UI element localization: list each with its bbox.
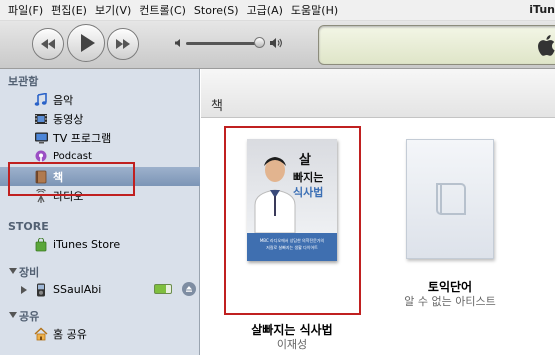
apple-logo-icon [538, 35, 555, 56]
play-icon [81, 34, 95, 52]
menu-store[interactable]: Store(S) [190, 4, 243, 17]
sidebar-item-home-sharing[interactable]: 홈 공유 [0, 324, 200, 343]
menu-help[interactable]: 도움말(H) [287, 2, 342, 18]
film-icon [33, 111, 49, 127]
library-header: 보관함 [8, 75, 39, 88]
play-button[interactable] [67, 24, 105, 62]
menu-view[interactable]: 보기(V) [91, 2, 135, 18]
status-display [318, 25, 555, 65]
radio-antenna-icon [33, 188, 49, 204]
window-title: iTun [529, 3, 555, 16]
sidebar-item-label: 음악 [53, 93, 74, 107]
sidebar-item-label: 홈 공유 [53, 327, 87, 341]
sidebar-item-label: SSaulAbi [53, 283, 102, 296]
shared-header: 공유 [19, 310, 40, 323]
sidebar-item-label: 동영상 [53, 112, 84, 126]
sidebar-item-books[interactable]: 책 [0, 167, 200, 186]
store-header: STORE [8, 220, 49, 233]
home-icon [33, 326, 49, 342]
sidebar-item-tv-shows[interactable]: TV 프로그램 [0, 128, 200, 147]
book-artist: 이재성 [276, 338, 308, 351]
tv-icon [33, 130, 49, 146]
devices-header: 장비 [19, 266, 40, 279]
volume-low-icon [175, 39, 180, 47]
cover-blurb-line2: 저칼로 살빠지는 생활 다이어트 [266, 245, 318, 250]
music-note-icon [33, 92, 49, 108]
section-title: 책 [211, 99, 223, 114]
author-photo-icon [254, 157, 296, 233]
sidebar-item-radio[interactable]: 라디오 [0, 186, 200, 205]
volume-slider[interactable] [186, 42, 260, 45]
book-cover-placeholder[interactable] [406, 139, 494, 259]
cover-text-line1: 빠지는 [293, 171, 324, 184]
sidebar-item-label: 책 [53, 170, 64, 184]
sidebar-item-label: TV 프로그램 [53, 131, 112, 145]
book-artist: 알 수 없는 아티스트 [404, 295, 496, 308]
sidebar-item-itunes-store[interactable]: iTunes Store [0, 235, 200, 254]
sidebar-item-device[interactable]: SSaulAbi [0, 280, 200, 299]
book-placeholder-icon [436, 183, 466, 215]
next-track-button[interactable] [107, 28, 139, 60]
sidebar-item-label: Podcast [53, 151, 92, 162]
ipod-icon [33, 282, 49, 298]
book-cover[interactable]: 살 빠지는 식사법 MBC 라디오에서 상담한 의학전문가의 저칼로 살빠지는 … [247, 139, 337, 261]
devices-disclosure-toggle[interactable] [9, 268, 17, 274]
menu-advanced[interactable]: 고급(A) [243, 2, 287, 18]
battery-icon [154, 284, 172, 294]
menu-file[interactable]: 파일(F) [4, 2, 47, 18]
source-list-sidebar: 보관함 음악 동영상 TV 프로그램 Podcast 책 라디오 STORE i… [0, 69, 200, 355]
sidebar-item-movies[interactable]: 동영상 [0, 109, 200, 128]
device-disclosure-toggle[interactable] [21, 286, 27, 294]
shared-disclosure-toggle[interactable] [9, 312, 17, 318]
menu-bar: 파일(F) 편집(E) 보기(V) 컨트롤(C) Store(S) 고급(A) … [0, 0, 555, 21]
cover-text-line2: 식사법 [293, 186, 324, 199]
cover-text-top: 살 [299, 153, 311, 168]
sidebar-item-label: 라디오 [53, 189, 84, 203]
book-item[interactable]: 살 빠지는 식사법 MBC 라디오에서 상담한 의학전문가의 저칼로 살빠지는 … [225, 126, 359, 354]
store-bag-icon [33, 237, 49, 253]
eject-icon[interactable] [182, 282, 196, 296]
volume-high-icon [270, 38, 282, 48]
player-toolbar [0, 21, 555, 69]
volume-slider-knob[interactable] [254, 37, 265, 48]
fast-forward-icon [116, 39, 130, 49]
cover-blurb-line1: MBC 라디오에서 상담한 의학전문가의 [259, 238, 325, 243]
menu-controls[interactable]: 컨트롤(C) [135, 2, 190, 18]
podcast-icon [33, 149, 49, 165]
previous-track-button[interactable] [32, 28, 64, 60]
book-icon [33, 169, 49, 185]
sidebar-item-music[interactable]: 음악 [0, 90, 200, 109]
main-content: 책 살 빠지는 식사법 MBC 라디오에서 상담한 의학전문가의 저칼로 살빠지… [201, 69, 555, 355]
rewind-icon [41, 39, 55, 49]
sidebar-item-podcasts[interactable]: Podcast [0, 147, 200, 166]
sidebar-item-label: iTunes Store [53, 238, 121, 251]
section-header: 책 [201, 69, 555, 118]
menu-edit[interactable]: 편집(E) [47, 2, 91, 18]
